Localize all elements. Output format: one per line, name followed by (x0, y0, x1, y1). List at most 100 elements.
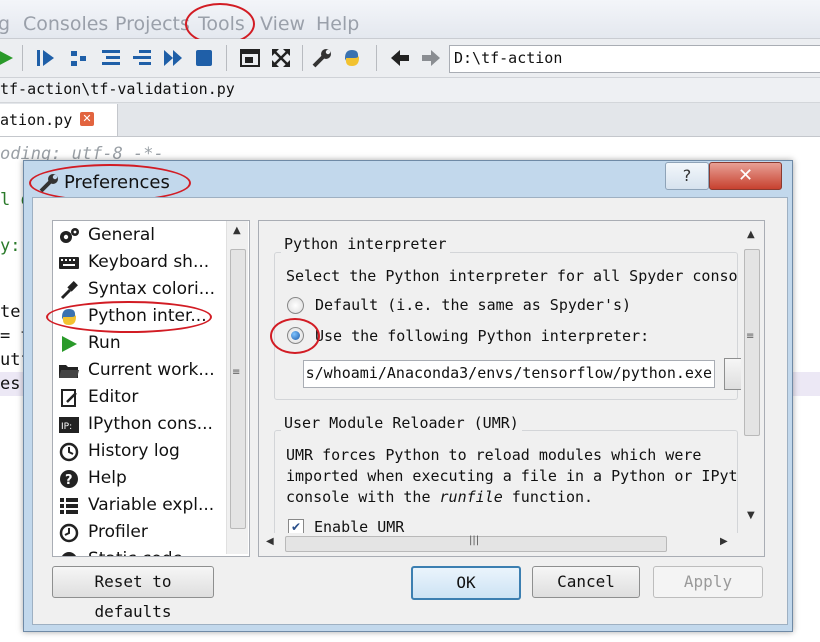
help-button[interactable]: ? (665, 162, 709, 190)
category-item-editor[interactable]: Editor (58, 385, 228, 411)
step-icon[interactable] (66, 45, 92, 71)
profiler-icon (58, 523, 80, 543)
apply-button[interactable]: Apply (653, 566, 763, 598)
fullscreen-icon[interactable] (268, 45, 294, 71)
category-item-help[interactable]: ? Help (58, 466, 228, 492)
step-return-icon[interactable] (129, 45, 155, 71)
code-line: es (0, 374, 21, 394)
stop-icon[interactable] (191, 45, 217, 71)
menu-item-view[interactable]: View (260, 13, 305, 35)
editor-tab[interactable]: ation.py ✕ (0, 104, 118, 136)
scroll-up-icon[interactable]: ▲ (233, 225, 241, 236)
scroll-left-icon[interactable]: ◀ (266, 536, 274, 547)
working-directory-value: D:\tf-action (454, 49, 563, 67)
category-label: History log (88, 441, 180, 461)
menu-item-help[interactable]: Help (316, 13, 359, 35)
settings-horizontal-scrollbar[interactable]: ◀ ||| ▶ (259, 533, 741, 554)
toolbar-separator (302, 45, 303, 71)
back-arrow-icon[interactable] (387, 45, 413, 71)
category-item-general[interactable]: General (58, 223, 228, 249)
grip-icon: ||| (469, 535, 480, 546)
maximize-pane-icon[interactable] (237, 45, 263, 71)
umr-description: imported when executing a file in a Pyth… (286, 467, 738, 485)
category-label: Keyboard sh... (88, 252, 210, 272)
menu-item-projects[interactable]: Projects (115, 13, 190, 35)
category-list-scrollbar[interactable]: ▲ ≡ (226, 221, 248, 554)
interpreter-path-input[interactable]: s/whoami/Anaconda3/envs/tensorflow/pytho… (303, 360, 715, 388)
category-item-history-log[interactable]: History log (58, 439, 228, 465)
default-interpreter-radio[interactable] (287, 297, 304, 314)
scroll-right-icon[interactable]: ▶ (720, 536, 728, 547)
interpreter-path-value: s/whoami/Anaconda3/envs/tensorflow/pytho… (305, 364, 712, 382)
scrollbar-thumb[interactable] (230, 249, 246, 529)
menu-bar: g Consoles Projects Tools View Help (0, 0, 820, 39)
interpreter-description: Select the Python interpreter for all Sp… (286, 267, 738, 285)
close-tab-icon[interactable]: ✕ (80, 112, 94, 126)
category-label: Variable expl... (88, 495, 215, 515)
category-label: Current work... (88, 360, 215, 380)
category-item-variable-explorer[interactable]: Variable expl... (58, 493, 228, 519)
forward-arrow-icon[interactable] (418, 45, 444, 71)
code-line: te (0, 302, 21, 322)
toolbar-separator (226, 45, 227, 71)
editor-tab-bar (0, 103, 820, 137)
category-item-keyboard[interactable]: Keyboard sh... (58, 250, 228, 276)
static-analysis-icon (58, 550, 80, 556)
menu-item-consoles[interactable]: Consoles (23, 13, 108, 35)
category-label: Editor (88, 387, 139, 407)
category-label: IPython cons... (88, 414, 213, 434)
settings-vertical-scrollbar[interactable]: ▲ ≡ ▼ (741, 221, 762, 533)
gears-icon (58, 226, 80, 246)
category-item-profiler[interactable]: Profiler (58, 520, 228, 546)
category-item-ipython-console[interactable]: IP: IPython cons... (58, 412, 228, 438)
folder-icon (58, 361, 80, 381)
umr-description: UMR forces Python to reload modules whic… (286, 446, 702, 464)
category-item-static-code-analysis[interactable]: Static code... (58, 547, 228, 556)
scroll-down-icon[interactable]: ▼ (747, 510, 755, 521)
svg-text:?: ? (65, 473, 73, 488)
category-label: Profiler (88, 522, 148, 542)
umr-clip: ✔ Enable UMR (264, 516, 740, 533)
default-interpreter-label: Default (i.e. the same as Spyder's) (315, 296, 632, 314)
enable-umr-checkbox[interactable]: ✔ (288, 519, 304, 533)
group-title: User Module Reloader (UMR) (281, 414, 522, 432)
cancel-button[interactable]: Cancel (532, 566, 640, 598)
code-line: y: (0, 236, 21, 256)
category-label: Static code... (88, 549, 199, 556)
ok-button[interactable]: OK (411, 566, 521, 600)
scroll-up-icon[interactable]: ▲ (747, 229, 755, 240)
menu-item-file-partial[interactable]: g (0, 13, 10, 35)
category-list: General Keyboard sh... Syntax colori... … (52, 220, 250, 557)
history-icon (58, 442, 80, 462)
ipython-icon: IP: (58, 415, 80, 435)
close-button[interactable]: ✕ (709, 162, 782, 190)
reset-to-defaults-button[interactable]: Reset to defaults (52, 566, 214, 621)
wrench-icon[interactable] (309, 45, 335, 71)
working-directory-input[interactable]: D:\tf-action (449, 45, 820, 73)
annotation-circle-radio (270, 318, 320, 354)
group-title: Python interpreter (281, 235, 450, 253)
scrollbar-thumb[interactable] (744, 249, 760, 436)
file-path: tf-action\tf-validation.py (0, 80, 235, 98)
keyboard-icon (58, 253, 80, 273)
python-icon[interactable] (339, 45, 365, 71)
category-item-syntax-coloring[interactable]: Syntax colori... (58, 277, 228, 303)
variable-explorer-icon (58, 496, 80, 516)
grip-icon: ≡ (746, 331, 755, 342)
run-selection-icon[interactable] (33, 45, 59, 71)
category-label: Help (88, 468, 127, 488)
toolbar-separator (22, 45, 23, 71)
run-icon[interactable] (0, 45, 18, 71)
editor-icon (58, 388, 80, 408)
enable-umr-label: Enable UMR (314, 518, 405, 533)
run-icon (58, 334, 80, 354)
category-item-current-working-directory[interactable]: Current work... (58, 358, 228, 384)
continue-icon[interactable] (160, 45, 186, 71)
browse-button[interactable] (724, 358, 741, 390)
category-item-run[interactable]: Run (58, 331, 228, 357)
category-label: General (88, 225, 155, 245)
help-icon: ? (58, 469, 80, 489)
annotation-circle-python-interpreter (46, 301, 212, 333)
step-into-icon[interactable] (98, 45, 124, 71)
toolbar-separator (376, 45, 377, 71)
